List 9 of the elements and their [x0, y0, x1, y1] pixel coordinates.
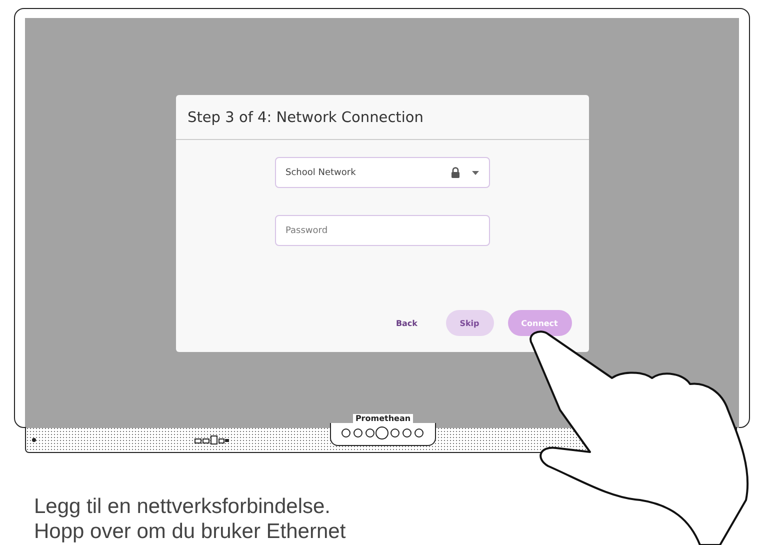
ports-icon — [194, 434, 230, 444]
caret-icon — [472, 170, 478, 174]
back-link[interactable]: Back — [382, 310, 432, 336]
dialog-button[interactable]: Skip — [446, 310, 494, 336]
password-field[interactable]: Password — [274, 215, 490, 246]
caption-text: Hopp over om du bruker Ethernet — [34, 519, 347, 544]
network-dropdown[interactable]: School Network — [274, 157, 490, 188]
caption-text: Legg til en nettverksforbindelse. — [34, 494, 332, 519]
dialog-title: Step 3 of 4: Network Connection — [176, 95, 588, 140]
